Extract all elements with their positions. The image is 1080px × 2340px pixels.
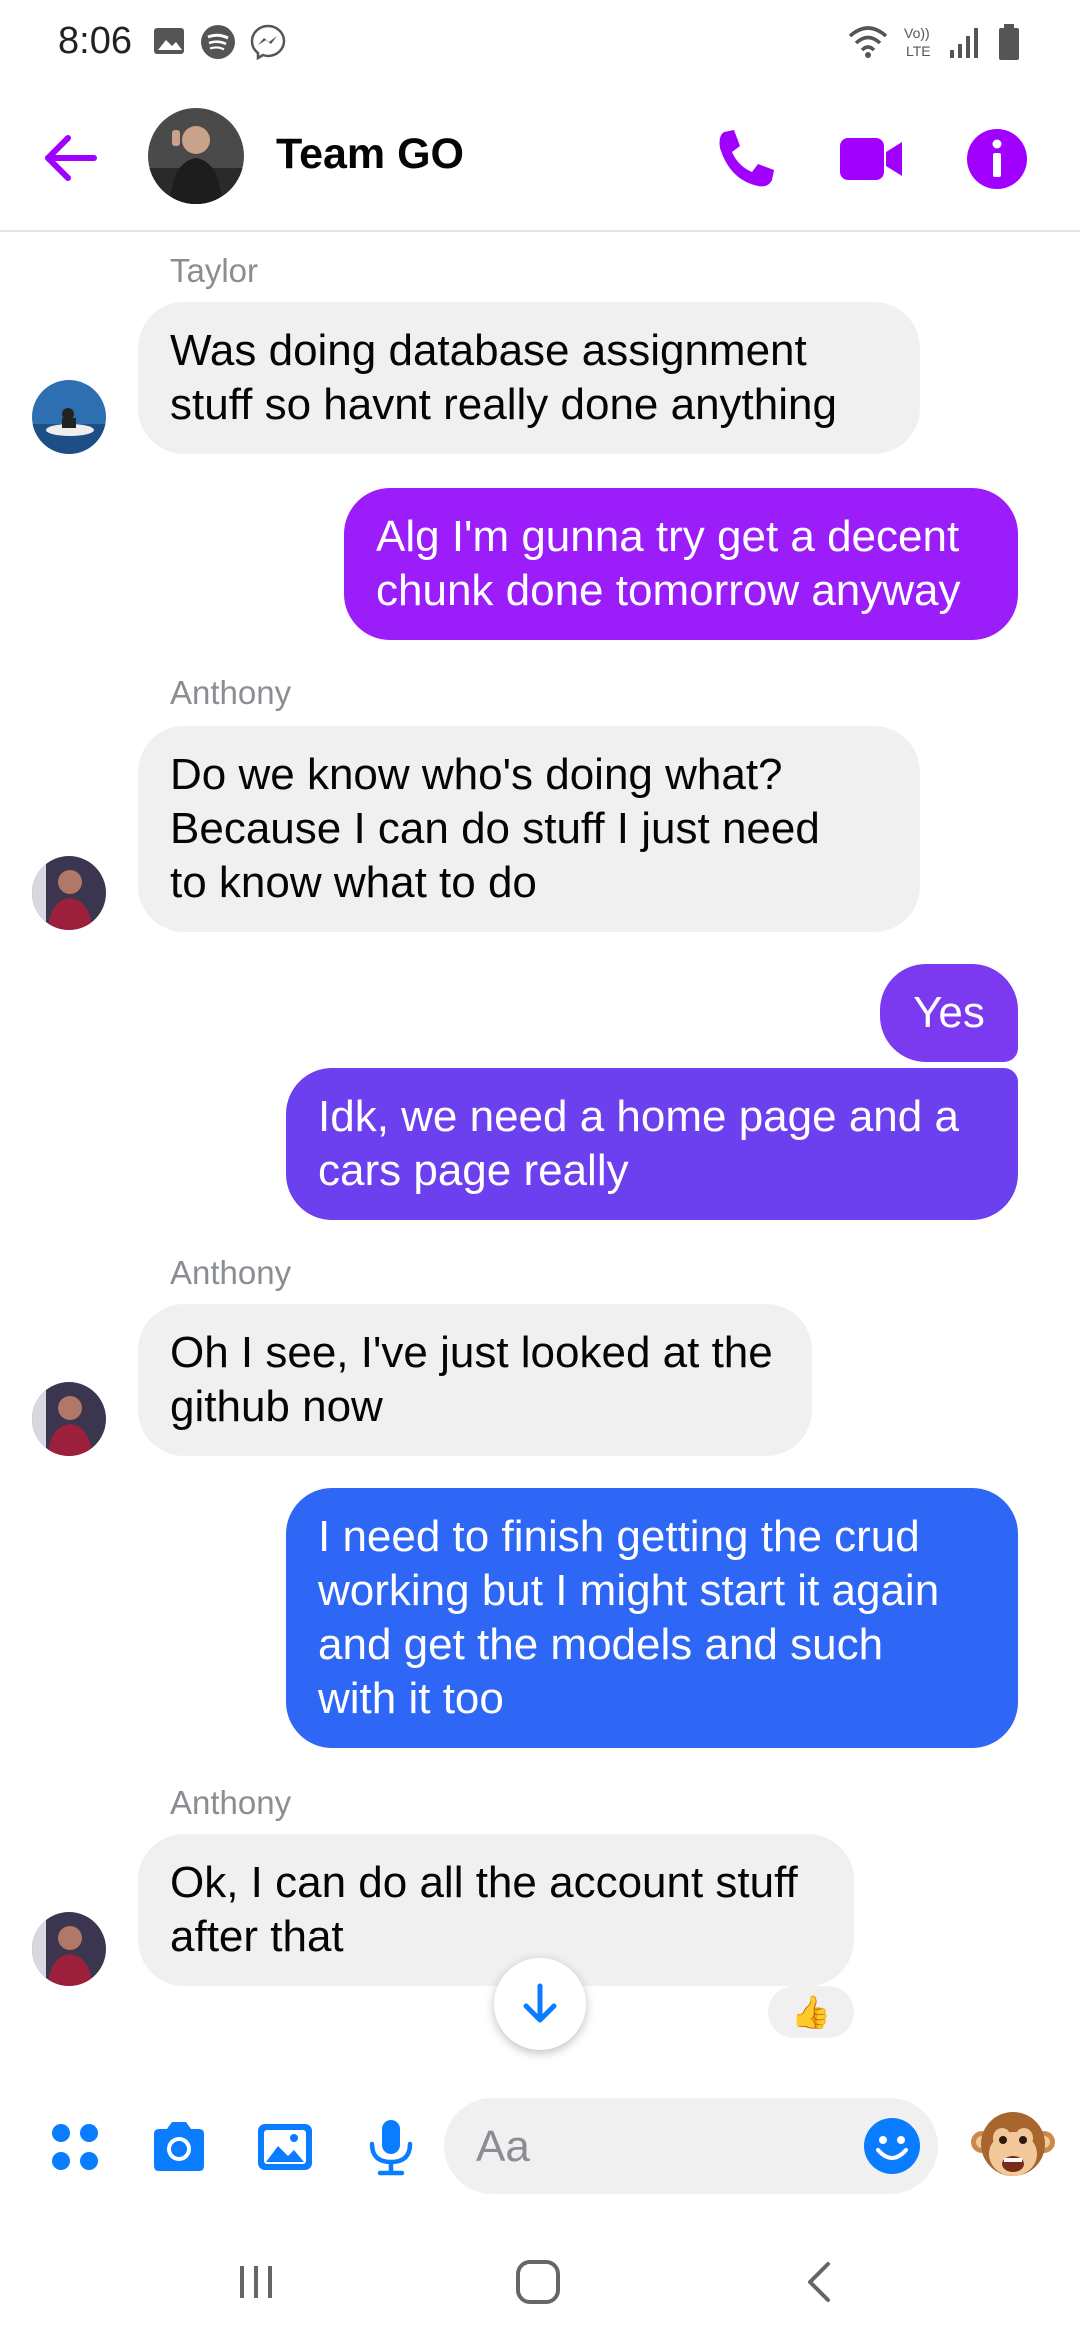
battery-icon: [999, 24, 1019, 60]
message-text: to know what to do: [170, 858, 537, 907]
arrow-down-icon: [523, 1983, 557, 2023]
message-text: after that: [170, 1912, 344, 1961]
message-bubble[interactable]: Yes: [880, 964, 1018, 1062]
recent-apps-icon[interactable]: [226, 2252, 286, 2312]
sender-name: Taylor: [170, 252, 259, 289]
message-text: stuff so havnt really done anything: [170, 380, 837, 429]
message-bubble[interactable]: Do we know who's doing what? Because I c…: [138, 726, 920, 932]
message-bubble[interactable]: Alg I'm gunna try get a decent chunk don…: [344, 488, 1018, 640]
scroll-to-bottom-button[interactable]: [494, 1958, 586, 2050]
message-bubble[interactable]: I need to finish getting the crud workin…: [286, 1488, 1018, 1748]
sender-avatar[interactable]: [32, 856, 106, 930]
message-text: Ok, I can do all the account stuff: [170, 1858, 798, 1907]
home-icon[interactable]: [508, 2252, 568, 2312]
message-text: chunk done tomorrow anyway: [376, 566, 961, 615]
message-text: and get the models and such: [318, 1620, 884, 1669]
phone-call-icon[interactable]: [710, 124, 780, 194]
message-text: Oh I see, I've just looked at the: [170, 1328, 773, 1377]
gallery-icon: [154, 28, 184, 54]
chat-header: Team GO: [0, 84, 1080, 232]
group-avatar[interactable]: [148, 108, 244, 204]
sender-name: Anthony: [170, 674, 292, 711]
sender-avatar[interactable]: [32, 1382, 106, 1456]
video-call-icon[interactable]: [836, 124, 906, 194]
sender-avatar[interactable]: [32, 1912, 106, 1986]
svg-text:Vo)): Vo)): [904, 25, 930, 41]
message-text: Yes: [913, 988, 985, 1037]
info-icon[interactable]: [962, 124, 1032, 194]
apps-icon[interactable]: [44, 2116, 106, 2178]
microphone-icon[interactable]: [360, 2116, 422, 2178]
sender-name: Anthony: [170, 1254, 292, 1291]
status-bar: 8:06 Vo)) LTE: [0, 0, 1080, 84]
volte-icon: Vo)) LTE: [904, 25, 931, 59]
message-bubble[interactable]: Oh I see, I've just looked at the github…: [138, 1304, 812, 1456]
message-input[interactable]: Aa: [444, 2098, 938, 2194]
message-text: cars page really: [318, 1146, 629, 1195]
message-text: Was doing database assignment: [170, 326, 807, 375]
sender-name: Anthony: [170, 1784, 292, 1821]
signal-icon: [950, 28, 978, 58]
monkey-sticker-icon[interactable]: [970, 2102, 1056, 2188]
message-text: Do we know who's doing what?: [170, 750, 783, 799]
sender-avatar[interactable]: [32, 380, 106, 454]
message-text: working but I might start it again: [318, 1566, 940, 1615]
message-text: Idk, we need a home page and a: [318, 1092, 959, 1141]
message-bubble[interactable]: Was doing database assignment stuff so h…: [138, 302, 920, 454]
status-time: 8:06: [58, 20, 132, 62]
message-text: github now: [170, 1382, 383, 1431]
reaction-emoji: 👍: [791, 1994, 831, 2030]
spotify-icon: [201, 25, 235, 59]
message-text: Because I can do stuff I just need: [170, 804, 820, 853]
system-nav-bar: [0, 2216, 1080, 2340]
message-text: with it too: [318, 1674, 504, 1723]
messenger-icon: [250, 24, 286, 60]
camera-icon[interactable]: [148, 2116, 210, 2178]
wifi-icon: [848, 26, 888, 58]
emoji-icon[interactable]: [862, 2116, 922, 2176]
gallery-icon[interactable]: [254, 2116, 316, 2178]
back-arrow-icon[interactable]: [40, 128, 100, 188]
back-icon[interactable]: [790, 2252, 850, 2312]
chat-title[interactable]: Team GO: [276, 130, 464, 179]
message-bubble[interactable]: Idk, we need a home page and a cars page…: [286, 1068, 1018, 1220]
svg-text:LTE: LTE: [906, 43, 931, 59]
message-text: I need to finish getting the crud: [318, 1512, 920, 1561]
message-text: Alg I'm gunna try get a decent: [376, 512, 960, 561]
message-composer: Aa: [0, 2076, 1080, 2216]
thumbs-up-reaction[interactable]: 👍: [768, 1986, 854, 2038]
message-input-placeholder: Aa: [476, 2122, 530, 2171]
